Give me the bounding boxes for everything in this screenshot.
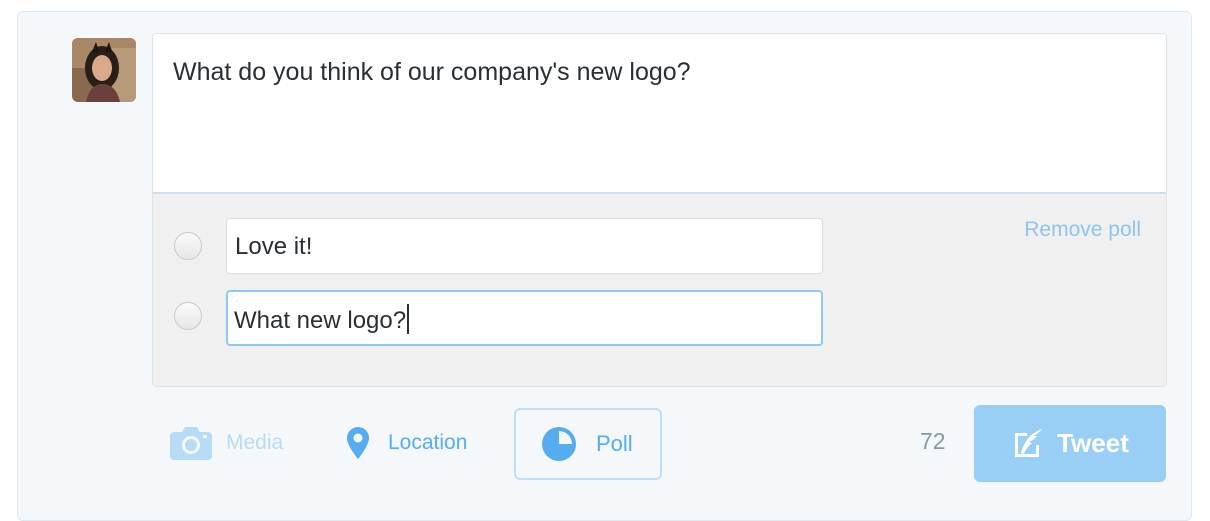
poll-choice-1-value: Love it! xyxy=(235,233,313,260)
poll-choice-1-radio xyxy=(174,232,202,260)
poll-choice-2-value: What new logo? xyxy=(234,307,407,334)
text-caret xyxy=(407,304,410,334)
location-pin-icon xyxy=(346,426,370,460)
tweet-text-input[interactable]: What do you think of our company's new l… xyxy=(173,58,691,87)
poll-choice-2-radio xyxy=(174,302,202,330)
character-counter: 72 xyxy=(920,428,946,454)
avatar xyxy=(72,38,136,102)
pie-chart-icon xyxy=(540,425,578,463)
media-label: Media xyxy=(226,431,284,454)
poll-choice-1-input[interactable]: Love it! xyxy=(226,218,823,274)
poll-editor: Love it! What new logo? Remove poll xyxy=(153,192,1166,386)
poll-button[interactable]: Poll xyxy=(514,408,662,480)
tweet-compose-box[interactable]: What do you think of our company's new l… xyxy=(152,33,1167,387)
quill-icon xyxy=(1011,427,1045,461)
poll-choice-2-input[interactable]: What new logo? xyxy=(226,290,823,346)
remove-poll-link[interactable]: Remove poll xyxy=(1024,218,1141,242)
poll-label: Poll xyxy=(596,431,633,456)
media-button[interactable]: Media xyxy=(170,418,283,468)
camera-icon xyxy=(170,426,212,460)
tweet-label: Tweet xyxy=(1057,428,1129,458)
location-label: Location xyxy=(388,431,468,454)
tweet-button[interactable]: Tweet xyxy=(974,405,1166,482)
location-button[interactable]: Location xyxy=(346,418,467,468)
